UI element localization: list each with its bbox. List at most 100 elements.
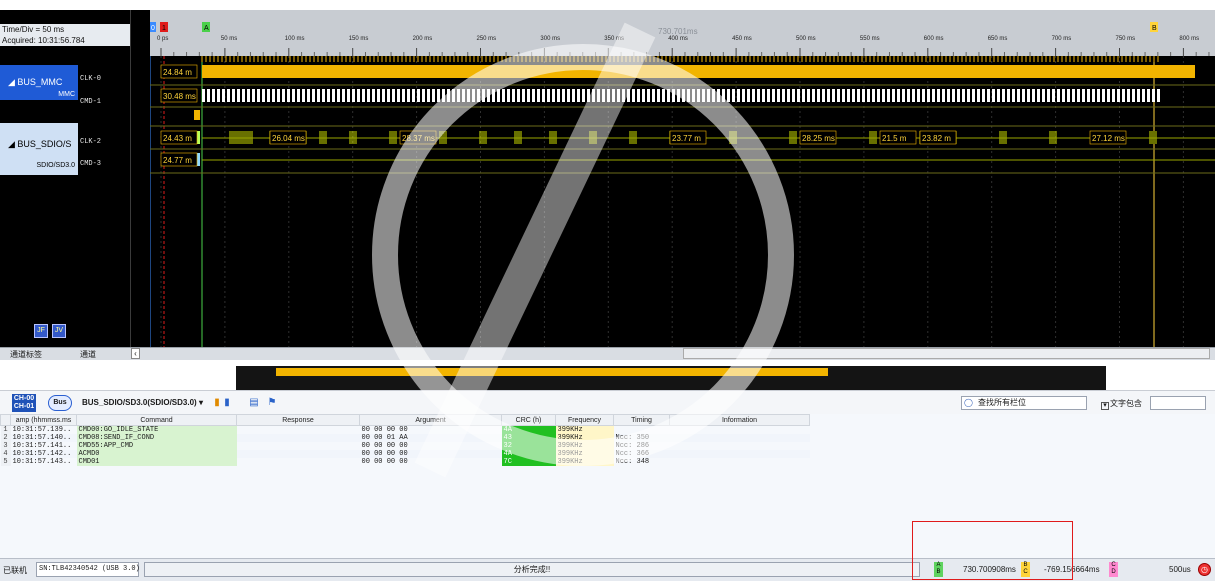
cmd1-pulse xyxy=(412,89,415,102)
wave-traces[interactable]: 24.84 m 30.48 ms 24.77 m 24.43 m 26.04 ms 28.… xyxy=(150,56,1215,347)
bus-selector[interactable]: BUS_SDIO/SD3.0(SDIO/SD3.0) ▾ xyxy=(82,398,203,407)
text-include-input[interactable] xyxy=(1150,396,1206,410)
column-header[interactable]: Command xyxy=(76,414,237,426)
cmd1-pulse xyxy=(737,89,740,102)
bus-name: BUS_MMC xyxy=(17,77,63,87)
waveform-tool-icon[interactable]: JV xyxy=(52,324,66,338)
bus-row-mmc[interactable]: ◢ BUS_MMC MMC xyxy=(0,65,78,100)
text-include-label: 文字包含 xyxy=(1110,399,1142,408)
cmd1-pulse xyxy=(912,89,915,102)
cmd1-pulse xyxy=(997,89,1000,102)
cell-n: 1 xyxy=(0,425,11,434)
packet-table[interactable]: amp (hhmmss.ms Command Response Argument… xyxy=(0,414,1215,558)
expand-triangle-icon[interactable]: ◢ xyxy=(8,139,17,149)
cmd1-pulse xyxy=(747,89,750,102)
cell-command: CMD00:GO_IDLE_STATE xyxy=(76,425,237,434)
ruler-tick-label: 300 ms xyxy=(540,36,560,42)
table-row[interactable]: 2 10:31:57.140.. CMD08:SEND_IF_COND 00 00 0… xyxy=(0,434,810,442)
ch-top-label: CH-00 xyxy=(13,395,35,402)
overview-strip[interactable] xyxy=(0,360,1215,390)
expand-triangle-icon[interactable]: ◢ xyxy=(8,77,17,87)
cell-crc: 43 xyxy=(501,434,556,442)
cmd1-pulse xyxy=(822,89,825,102)
table-row[interactable]: 1 10:31:57.139.. CMD00:GO_IDLE_STATE 00 00 … xyxy=(0,425,810,435)
waveform-view[interactable]: Time/Div = 50 ms Acquired: 10:31:56.784 … xyxy=(0,10,1215,347)
clock-icon[interactable]: ◷ xyxy=(1198,563,1211,576)
text-include-option[interactable]: ▾ 文字包含 xyxy=(1101,398,1142,410)
cmd1-pulse xyxy=(202,89,205,102)
cell-time: 10:31:57.140.. xyxy=(10,434,77,442)
cmd1-pulse xyxy=(872,89,875,102)
cmd1-pulse xyxy=(807,89,810,102)
cell-info xyxy=(670,442,810,450)
export-icon[interactable]: ▤ xyxy=(247,396,261,410)
table-row[interactable]: 3 10:31:57.141.. CMD55:APP_CMD 00 00 00 00 3… xyxy=(0,442,810,450)
marker-flag-label: B xyxy=(1152,25,1157,32)
cmd1-pulse xyxy=(427,89,430,102)
channel-label: CLK-0 xyxy=(80,75,102,83)
cmd1-pulse xyxy=(1062,89,1065,102)
scroll-left-arrow-icon[interactable]: ‹ xyxy=(131,348,140,359)
cmd1-pulse xyxy=(572,89,575,102)
cmd1-pulse xyxy=(422,89,425,102)
duration-label: 23.77 m xyxy=(672,134,701,143)
cmd1-pulse xyxy=(927,89,930,102)
cmd1-pulse xyxy=(1107,89,1110,102)
cmd1-pulse xyxy=(832,89,835,102)
cmd1-pulse xyxy=(852,89,855,102)
column-header[interactable]: Information xyxy=(669,414,810,426)
channel-select-button[interactable]: CH-00 CH-01 xyxy=(12,394,36,412)
cmd1-pulse xyxy=(362,89,365,102)
cmd1-pulse xyxy=(592,89,595,102)
bus-button[interactable]: Bus xyxy=(48,395,72,411)
wave-area[interactable]: 0 ps 50 ms 100 ms 150 ms 200 ms 250 ms 300 ms 3… xyxy=(150,10,1215,347)
ruler-tick-label: 0 ps xyxy=(157,36,168,42)
channel-tag-header: 通道标签 xyxy=(10,350,42,359)
cmd1-pulse xyxy=(417,89,420,102)
time-ruler[interactable]: 0 ps 50 ms 100 ms 150 ms 200 ms 250 ms 300 ms 3… xyxy=(150,10,1215,56)
cmd1-pulse xyxy=(962,89,965,102)
channel-label-panel: Time/Div = 50 ms Acquired: 10:31:56.784 … xyxy=(0,10,130,347)
column-header[interactable]: amp (hhmmss.ms xyxy=(10,414,77,426)
marker-c-badge[interactable]: CD xyxy=(1109,562,1118,577)
column-header[interactable]: Timing xyxy=(613,414,670,426)
ruler-tick-label: 750 ms xyxy=(1116,36,1136,42)
column-header[interactable]: Response xyxy=(236,414,360,426)
flag-icon[interactable]: ⚑ xyxy=(265,396,279,410)
column-header[interactable]: Argument xyxy=(359,414,502,426)
cmd1-pulse xyxy=(767,89,770,102)
ruler-tick-label: 800 ms xyxy=(1179,36,1199,42)
cell-crc: 4A xyxy=(501,425,556,434)
cmd1-pulse xyxy=(687,89,690,102)
marker-b-badge[interactable]: BC xyxy=(1021,562,1030,577)
cmd1-pulse xyxy=(717,89,720,102)
cmd1-pulse xyxy=(247,89,250,102)
cmd1-pulse xyxy=(657,89,660,102)
cmd1-pulse xyxy=(467,89,470,102)
cmd1-pulse xyxy=(327,89,330,102)
cmd1-pulse xyxy=(857,89,860,102)
column-header[interactable]: Frequency xyxy=(555,414,614,426)
cmd1-pulse xyxy=(457,89,460,102)
cmd1-pulse xyxy=(212,89,215,102)
marker-a-badge[interactable]: AB xyxy=(934,562,943,577)
waveform-tool-icon[interactable]: JF xyxy=(34,324,48,338)
sdio-bus-packet xyxy=(194,110,200,120)
cell-info xyxy=(670,426,810,435)
checkbox-icon[interactable]: ▾ xyxy=(1101,402,1109,410)
bus-row-sdio[interactable]: ◢ BUS_SDIO/S SDIO/SD3.0 xyxy=(0,123,78,175)
cmd1-pulse xyxy=(252,89,255,102)
column-header[interactable]: CRC (h) xyxy=(501,414,556,426)
cmd1-pulse xyxy=(727,89,730,102)
table-row[interactable]: 4 10:31:57.142.. ACMD0 00 00 00 00 4A 399KHz N… xyxy=(0,450,810,458)
cmd1-pulse xyxy=(372,89,375,102)
cmd1-pulse xyxy=(812,89,815,102)
cmd1-pulse xyxy=(692,89,695,102)
packet-table-grid: amp (hhmmss.ms Command Response Argument… xyxy=(0,414,810,466)
cell-freq: 399KHz xyxy=(555,450,614,458)
status-bar: 已联机 SN:TLB42340542 (USB 3.0) 分析完成!! AB 7… xyxy=(0,558,1215,581)
table-row[interactable]: 5 10:31:57.143.. CMD01 00 00 00 00 7C 399KHz N… xyxy=(0,458,810,466)
search-field[interactable]: ◯ 查找所有栏位 xyxy=(961,396,1087,410)
bar-chart-icon[interactable]: ▮ xyxy=(220,396,234,410)
horizontal-scrollbar[interactable] xyxy=(683,348,1210,359)
